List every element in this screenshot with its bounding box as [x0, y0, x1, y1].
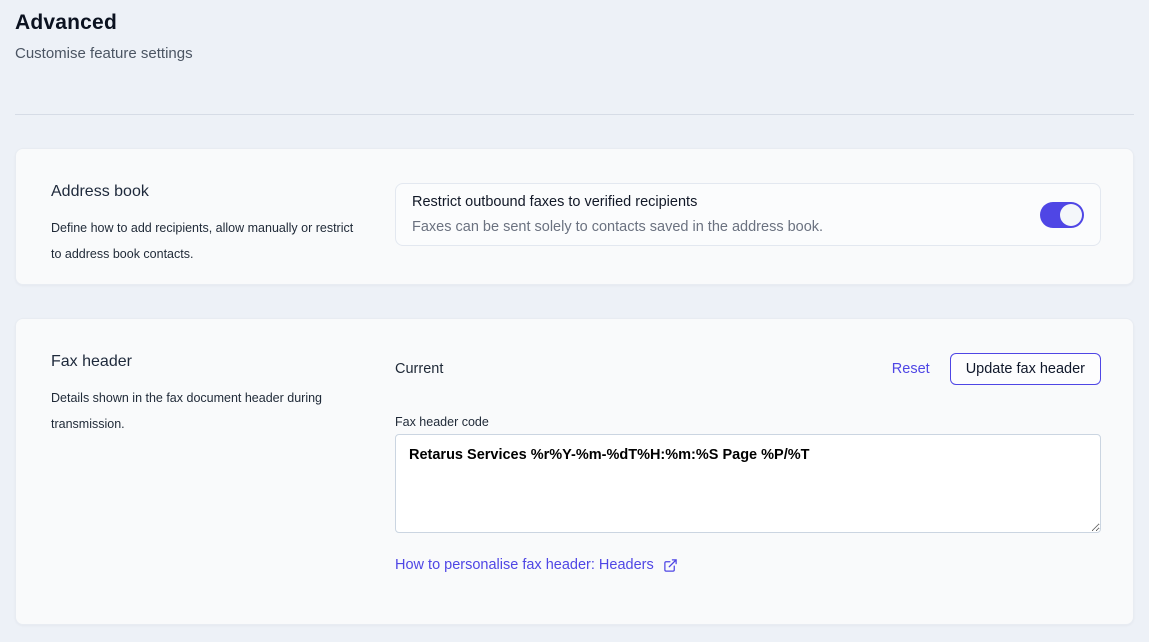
fax-header-code-input[interactable]: Retarus Services %r%Y-%m-%dT%H:%m:%S Pag…: [395, 434, 1101, 533]
header-divider: [15, 114, 1134, 115]
address-book-card: Address book Define how to add recipient…: [15, 148, 1134, 285]
reset-link[interactable]: Reset: [892, 361, 930, 377]
fax-header-card: Fax header Details shown in the fax docu…: [15, 318, 1134, 625]
fax-header-settings: Current Reset Update fax header Fax head…: [395, 353, 1101, 573]
update-fax-header-button[interactable]: Update fax header: [950, 353, 1101, 385]
help-row: How to personalise fax header: Headers: [395, 557, 1101, 573]
toggle-knob: [1060, 204, 1082, 226]
restrict-outbound-label: Restrict outbound faxes to verified reci…: [412, 190, 823, 215]
fax-header-title: Fax header: [51, 353, 371, 371]
current-label: Current: [395, 361, 443, 377]
fax-header-description: Details shown in the fax document header…: [51, 385, 366, 437]
address-book-settings: Restrict outbound faxes to verified reci…: [395, 183, 1101, 246]
help-link-label: How to personalise fax header: Headers: [395, 557, 654, 573]
restrict-outbound-toggle[interactable]: [1040, 202, 1084, 228]
address-book-info: Address book Define how to add recipient…: [51, 183, 395, 267]
fax-header-code-label: Fax header code: [395, 415, 1101, 429]
address-book-description: Define how to add recipients, allow manu…: [51, 215, 366, 267]
advanced-settings-page: Advanced Customise feature settings Addr…: [0, 0, 1149, 625]
restrict-outbound-description: Faxes can be sent solely to contacts sav…: [412, 215, 823, 240]
fax-header-info: Fax header Details shown in the fax docu…: [51, 353, 395, 437]
fax-header-help-link[interactable]: How to personalise fax header: Headers: [395, 557, 678, 573]
page-subtitle: Customise feature settings: [15, 45, 1134, 62]
page-header: Advanced Customise feature settings: [15, 0, 1134, 62]
restrict-outbound-texts: Restrict outbound faxes to verified reci…: [412, 190, 823, 240]
address-book-title: Address book: [51, 183, 371, 201]
external-link-icon: [663, 558, 678, 573]
page-title: Advanced: [15, 10, 1134, 36]
restrict-outbound-setting: Restrict outbound faxes to verified reci…: [395, 183, 1101, 246]
fax-header-toolbar: Current Reset Update fax header: [395, 353, 1101, 385]
